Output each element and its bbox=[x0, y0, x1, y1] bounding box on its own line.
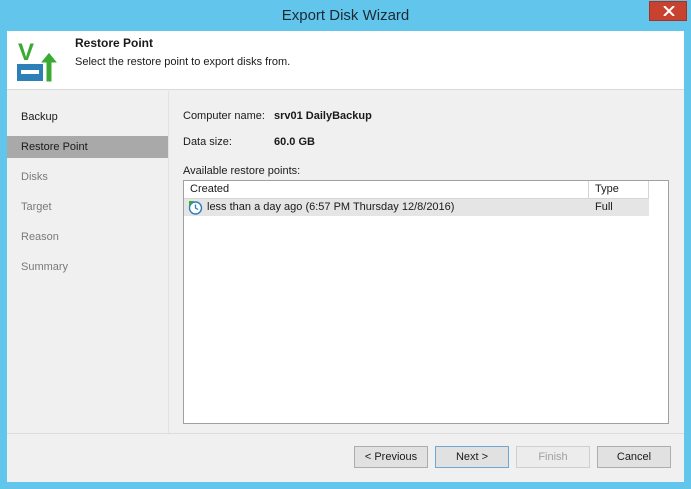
sidebar-item-reason: Reason bbox=[21, 231, 59, 243]
sidebar-item-target: Target bbox=[21, 201, 52, 213]
wizard-window: Export Disk Wizard V Restore Point Selec… bbox=[0, 0, 691, 489]
wizard-steps-sidebar: Backup Restore Point Disks Target Reason… bbox=[7, 91, 169, 433]
table-row[interactable]: less than a day ago (6:57 PM Thursday 12… bbox=[184, 199, 649, 216]
computer-name-label: Computer name: bbox=[183, 110, 265, 122]
svg-text:V: V bbox=[18, 39, 34, 66]
sidebar-item-disks: Disks bbox=[21, 171, 48, 183]
data-size-value: 60.0 GB bbox=[274, 136, 315, 148]
wizard-footer: < Previous Next > Finish Cancel bbox=[7, 433, 684, 482]
row-created-cell: less than a day ago (6:57 PM Thursday 12… bbox=[207, 201, 455, 213]
restore-points-label: Available restore points: bbox=[183, 165, 301, 177]
next-button[interactable]: Next > bbox=[435, 446, 509, 468]
wizard-header: V Restore Point Select the restore point… bbox=[7, 31, 684, 90]
page-title: Restore Point bbox=[75, 36, 154, 50]
list-header: Created Type bbox=[184, 181, 649, 199]
close-icon bbox=[663, 6, 675, 16]
computer-name-value: srv01 DailyBackup bbox=[274, 110, 372, 122]
row-type-cell: Full bbox=[595, 201, 613, 213]
restore-point-clock-icon bbox=[188, 200, 203, 215]
data-size-label: Data size: bbox=[183, 136, 232, 148]
column-header-type[interactable]: Type bbox=[589, 181, 649, 199]
wizard-content: Computer name: srv01 DailyBackup Data si… bbox=[169, 91, 684, 433]
title-bar[interactable]: Export Disk Wizard bbox=[0, 0, 691, 31]
sidebar-item-backup[interactable]: Backup bbox=[7, 106, 168, 128]
cancel-button[interactable]: Cancel bbox=[597, 446, 671, 468]
column-header-created[interactable]: Created bbox=[184, 181, 589, 199]
finish-button: Finish bbox=[516, 446, 590, 468]
previous-button[interactable]: < Previous bbox=[354, 446, 428, 468]
sidebar-item-summary: Summary bbox=[21, 261, 69, 273]
close-button[interactable] bbox=[649, 1, 687, 21]
veeam-export-logo-icon: V bbox=[15, 38, 60, 84]
page-subtitle: Select the restore point to export disks… bbox=[75, 56, 291, 68]
restore-points-list[interactable]: Created Type less than a day ago (6:57 P… bbox=[183, 180, 669, 424]
wizard-client-area: V Restore Point Select the restore point… bbox=[7, 31, 684, 482]
sidebar-item-restore-point[interactable]: Restore Point bbox=[7, 136, 168, 158]
window-title: Export Disk Wizard bbox=[281, 7, 410, 24]
